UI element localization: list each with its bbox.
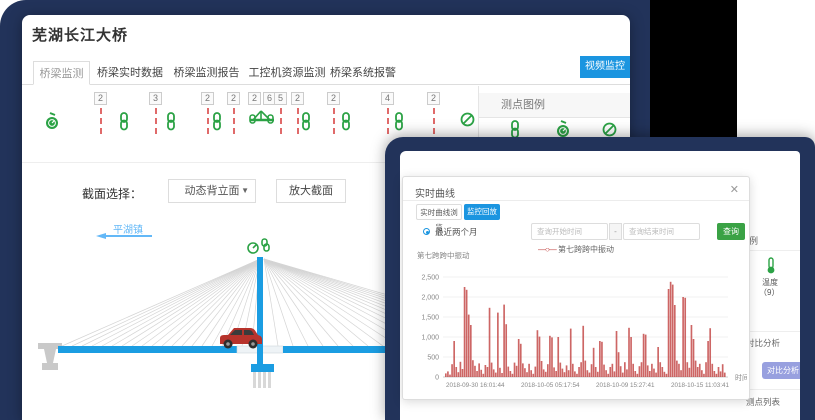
legend-series-label: 第七跨跨中振动 [558,245,614,254]
sensor-chain[interactable] [340,112,352,131]
sensor-dashed-line [333,108,335,134]
svg-text:2018-10-15 11:03:41: 2018-10-15 11:03:41 [671,382,730,389]
svg-text:2,500: 2,500 [421,275,439,282]
video-monitoring-button[interactable]: 视频监控 [580,56,630,78]
svg-text:1,500: 1,500 [421,315,439,322]
svg-text:2,000: 2,000 [421,295,439,302]
sensor-point-5: 5 [274,92,287,134]
sensor-count-badge: 2 [201,92,214,105]
bridge-pylon-cap [251,364,274,372]
legend-ban-icon [602,122,617,137]
sensor-count-badge: 4 [381,92,394,105]
section-select-value: 动态背立面 [185,185,240,197]
sensor-count-badge: 2 [227,92,240,105]
tab-bridge-system-alarm[interactable]: 桥梁系统报警 [326,61,400,85]
screen: 芜湖长江大桥 桥梁监测 桥梁实时数据 桥梁监测报告 工控机资源监测 桥梁系统报警… [0,0,815,420]
svg-text:2018-09-30 16:01:44: 2018-09-30 16:01:44 [446,382,505,389]
legend-chain-icon [509,120,521,137]
svg-text:2018-10-09 15:27:41: 2018-10-09 15:27:41 [596,382,655,389]
legend-marker-icon: —○— [538,245,556,254]
realtime-curve-modal: 实时曲线 ✕ 实时曲线浏览 监控回放 最近两个月 - 查询 —○— 第七跨跨中振… [402,176,750,400]
enlarge-section-button[interactable]: 放大截面 [276,179,346,203]
sensor-point-2: 2 [327,92,340,134]
sidebar-point-list-label: 测点列表 [746,396,780,408]
sensor-dashed-line [207,108,209,134]
sensor-truss[interactable]: 26 [248,92,276,125]
svg-text:2018-10-05 05:17:54: 2018-10-05 05:17:54 [521,382,580,389]
compare-analysis-button[interactable]: 对比分析 [762,362,800,379]
tab-monitoring-playback[interactable]: 监控回放 [464,204,500,220]
sensor-chain[interactable] [165,112,177,131]
sensor-point-2: 2 [427,92,440,134]
tab-ipc-resource-monitoring[interactable]: 工控机资源监测 [246,61,328,85]
sensor-count-badge: 2 [427,92,440,105]
page-title: 芜湖长江大桥 [32,24,128,45]
bridge-deck-left [58,346,237,353]
query-start-time-input[interactable] [531,223,608,240]
date-range-separator: - [609,223,622,240]
sensor-point-2: 2 [94,92,107,134]
bridge-pylon [257,257,263,366]
sensor-count-badge: 3 [149,92,162,105]
chevron-down-icon: ▼ [241,180,249,202]
svg-text:0: 0 [435,375,439,382]
tab-realtime-curve-browse[interactable]: 实时曲线浏览 [416,204,462,220]
sensor-strip: 23222652242 [22,92,478,142]
legend-clock-icon [555,120,571,137]
sensor-dashed-line [297,108,299,134]
sensor-count-badge: 2 [248,92,261,105]
sensor-dashed-line [100,108,102,134]
sensor-chain[interactable] [211,112,223,131]
sensor-chain[interactable] [393,112,405,131]
svg-text:500: 500 [427,355,439,362]
bridge-piles [253,372,271,388]
radio-last-two-months[interactable] [423,228,430,235]
sidebar-compare-section-title: 对比分析 [746,337,780,349]
tab-bridge-monitoring-report[interactable]: 桥梁监测报告 [170,61,243,85]
sensor-point-3: 3 [149,92,162,134]
sensor-dashed-line [280,108,282,134]
thermometer-icon [765,257,777,274]
svg-text:时间: 时间 [735,373,747,382]
background-black [650,0,737,137]
sensor-count-badge: 2 [327,92,340,105]
sensor-count-badge: 2 [291,92,304,105]
tab-bridge-monitoring[interactable]: 桥梁监测 [33,61,90,85]
legend-panel-title: 测点图例 [479,93,630,118]
sensor-ban[interactable] [460,112,475,127]
sensor-count-badge: 2 [94,92,107,105]
modal-title: 实时曲线 [415,185,455,200]
sensor-point-2: 2 [227,92,240,134]
sensor-chain[interactable] [118,112,130,131]
sensor-dashed-line [155,108,157,134]
legend-panel-icons [479,120,630,137]
sidebar-temperature-count: （9） [759,287,779,298]
pylon-sensor-icons [248,239,269,253]
radio-last-two-months-label: 最近两个月 [435,226,478,238]
sensor-dashed-line [433,108,435,134]
modal-header-divider [403,200,749,201]
svg-text:1,000: 1,000 [421,335,439,342]
sensor-dashed-line [233,108,235,134]
section-select-dropdown[interactable]: 动态背立面 ▼ [168,179,256,203]
sensor-count-badge: 5 [274,92,287,105]
sensor-chain[interactable] [300,112,312,131]
query-button[interactable]: 查询 [717,223,745,240]
sensor-dashed-line [387,108,389,134]
sensor-clock[interactable] [44,112,60,132]
car [220,328,262,349]
vibration-chart: 0 500 1,000 1,500 2,000 2,500 2018-09-30 16:01… [413,259,747,395]
section-select-label: 截面选择： [82,185,142,202]
tab-bridge-realtime-data[interactable]: 桥梁实时数据 [95,61,165,85]
query-end-time-input[interactable] [623,223,700,240]
close-icon[interactable]: ✕ [730,183,739,196]
